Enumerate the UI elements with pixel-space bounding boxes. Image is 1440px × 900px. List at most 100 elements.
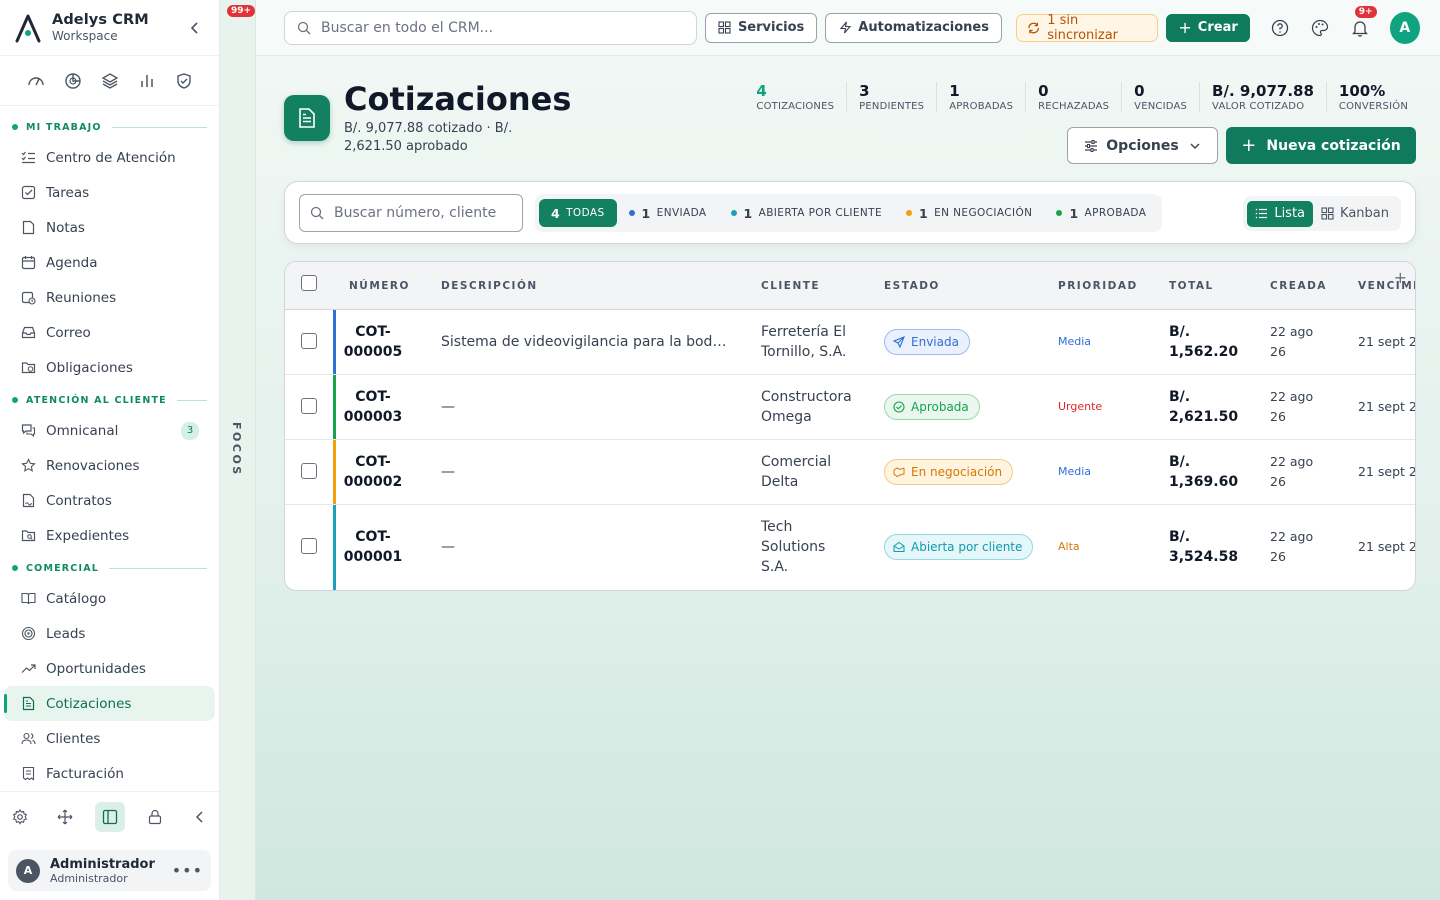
- sidebar-item-catalogo[interactable]: Catálogo: [4, 581, 215, 616]
- user-name: Administrador: [50, 856, 155, 872]
- view-kanban[interactable]: Kanban: [1313, 201, 1397, 227]
- bell-icon[interactable]: 9+: [1351, 5, 1377, 38]
- sidebar-item-agenda[interactable]: Agenda: [4, 245, 215, 280]
- global-search[interactable]: [284, 10, 697, 45]
- servicios-button[interactable]: Servicios: [704, 12, 818, 43]
- sidebar-item-reuniones[interactable]: Reuniones: [4, 280, 215, 315]
- panel-layout-icon[interactable]: [94, 801, 125, 832]
- sidebar-item-tareas[interactable]: Tareas: [4, 175, 215, 210]
- shield-check-icon[interactable]: [174, 71, 193, 90]
- row-checkbox[interactable]: [301, 398, 317, 414]
- new-quote-label: Nueva cotización: [1266, 137, 1401, 154]
- sidebar-footer-tools: [0, 791, 219, 841]
- quote-client[interactable]: Comercial Delta: [761, 452, 871, 492]
- sidebar-item-label: Leads: [46, 625, 86, 642]
- sidebar-item-contratos[interactable]: Contratos: [4, 483, 215, 518]
- avatar[interactable]: A: [1389, 11, 1420, 44]
- quote-number[interactable]: COT-000003: [341, 387, 405, 427]
- create-label: Crear: [1197, 20, 1238, 35]
- sidebar-item-obligaciones[interactable]: Obligaciones: [4, 350, 215, 385]
- due-date: 21 sept 26: [1358, 539, 1415, 554]
- row-checkbox[interactable]: [301, 463, 317, 479]
- chip-todas[interactable]: 4 TODAS: [539, 199, 617, 227]
- kpi-cotizaciones: 4 COTIZACIONES: [744, 82, 848, 112]
- view-lista[interactable]: Lista: [1247, 200, 1314, 227]
- palette-icon[interactable]: [1311, 18, 1330, 38]
- folder-search-icon: [20, 528, 36, 544]
- chip-abierta-por-cliente[interactable]: 1 ABIERTA POR CLIENTE: [719, 199, 895, 227]
- chip-aprobada[interactable]: 1 APROBADA: [1044, 199, 1158, 227]
- global-search-input[interactable]: [321, 19, 684, 36]
- col-total[interactable]: TOTAL: [1169, 280, 1214, 292]
- table-row[interactable]: COT-000003 — Constructora Omega Aprobada…: [285, 375, 1415, 440]
- layers-icon[interactable]: [100, 71, 119, 90]
- col-prioridad[interactable]: PRIORIDAD: [1058, 280, 1138, 292]
- table-row[interactable]: COT-000005 Sistema de videovigilancia pa…: [285, 310, 1415, 375]
- chevron-left-icon[interactable]: [185, 802, 215, 832]
- sidebar-item-facturacion[interactable]: Facturación: [4, 756, 215, 791]
- row-checkbox[interactable]: [301, 333, 317, 349]
- quote-number[interactable]: COT-000002: [341, 452, 405, 492]
- sidebar-item-notas[interactable]: Notas: [4, 210, 215, 245]
- quote-client[interactable]: Constructora Omega: [761, 387, 871, 427]
- quote-client[interactable]: Ferretería El Tornillo, S.A.: [761, 322, 871, 362]
- quote-number[interactable]: COT-000005: [341, 322, 405, 362]
- more-options-icon[interactable]: •••: [172, 861, 203, 880]
- status-badge: Aprobada: [884, 394, 980, 420]
- col-cliente[interactable]: CLIENTE: [761, 280, 820, 292]
- options-button[interactable]: Opciones: [1067, 127, 1218, 164]
- table-row[interactable]: COT-000001 — Tech Solutions S.A. Abierta…: [285, 505, 1415, 590]
- status-filter-chips: 4 TODAS 1 ENVIADA 1 ABIERTA POR CLIENTE 1 EN…: [535, 194, 1163, 232]
- sidebar-item-leads[interactable]: Leads: [4, 616, 215, 651]
- new-quote-button[interactable]: + Nueva cotización: [1226, 127, 1416, 164]
- sidebar-item-omnicanal[interactable]: Omnicanal 3: [4, 413, 215, 448]
- quote-total: B/. 1,369.60: [1169, 454, 1239, 490]
- sidebar-item-centro-de-atencion[interactable]: Centro de Atención: [4, 140, 215, 175]
- lock-icon[interactable]: [140, 802, 170, 832]
- collapse-sidebar-icon[interactable]: [185, 18, 205, 38]
- select-all-checkbox[interactable]: [301, 275, 317, 291]
- kpi-value: 1: [949, 82, 960, 100]
- status-label: En negociación: [911, 465, 1003, 479]
- table-row[interactable]: COT-000002 — Comercial Delta En negociac…: [285, 440, 1415, 505]
- star-icon: [20, 458, 36, 474]
- gauge-icon[interactable]: [26, 71, 45, 90]
- chip-en-negociacion[interactable]: 1 EN NEGOCIACIÓN: [894, 199, 1044, 227]
- focos-panel-toggle[interactable]: 99+ FOCOS: [220, 0, 256, 900]
- sidebar-item-oportunidades[interactable]: Oportunidades: [4, 651, 215, 686]
- sidebar-item-label: Renovaciones: [46, 457, 140, 474]
- create-button[interactable]: + Crear: [1166, 13, 1250, 42]
- sidebar-item-cotizaciones[interactable]: Cotizaciones: [4, 686, 215, 721]
- bar-chart-icon[interactable]: [137, 71, 156, 90]
- quote-number[interactable]: COT-000001: [341, 527, 405, 567]
- created-date: 22 ago 26: [1270, 454, 1314, 489]
- pie-chart-icon[interactable]: [63, 71, 82, 90]
- user-card[interactable]: A Administrador Administrador •••: [8, 850, 211, 891]
- sidebar-item-expedientes[interactable]: Expedientes: [4, 518, 215, 553]
- col-vencimiento[interactable]: VENCIMI: [1358, 280, 1415, 292]
- col-estado[interactable]: ESTADO: [884, 280, 940, 292]
- sidebar: Adelys CRM Workspace MI TRABAJO Centro d…: [0, 0, 220, 900]
- kpi-label: VALOR COTIZADO: [1212, 101, 1305, 112]
- settings-icon[interactable]: [5, 802, 35, 832]
- sidebar-item-clientes[interactable]: Clientes: [4, 721, 215, 756]
- move-icon[interactable]: [50, 802, 80, 832]
- section-title: COMERCIAL: [26, 562, 100, 574]
- chip-enviada[interactable]: 1 ENVIADA: [617, 199, 719, 227]
- table-search[interactable]: [299, 194, 523, 232]
- quote-client[interactable]: Tech Solutions S.A.: [761, 517, 841, 577]
- sync-status-button[interactable]: 1 sin sincronizar: [1016, 13, 1159, 43]
- add-column-icon[interactable]: +: [1394, 268, 1407, 287]
- col-numero[interactable]: NÚMERO: [349, 280, 410, 292]
- kpi-value: 3: [859, 82, 870, 100]
- sidebar-item-correo[interactable]: Correo: [4, 315, 215, 350]
- help-icon[interactable]: [1271, 18, 1290, 38]
- col-creada[interactable]: CREADA: [1270, 280, 1327, 292]
- col-descripcion[interactable]: DESCRIPCIÓN: [441, 280, 538, 292]
- table-search-input[interactable]: [334, 205, 504, 221]
- automatizaciones-button[interactable]: Automatizaciones: [825, 12, 1002, 43]
- row-checkbox[interactable]: [301, 538, 317, 554]
- note-icon: [20, 220, 36, 236]
- priority-label: Alta: [1058, 540, 1080, 553]
- sidebar-item-renovaciones[interactable]: Renovaciones: [4, 448, 215, 483]
